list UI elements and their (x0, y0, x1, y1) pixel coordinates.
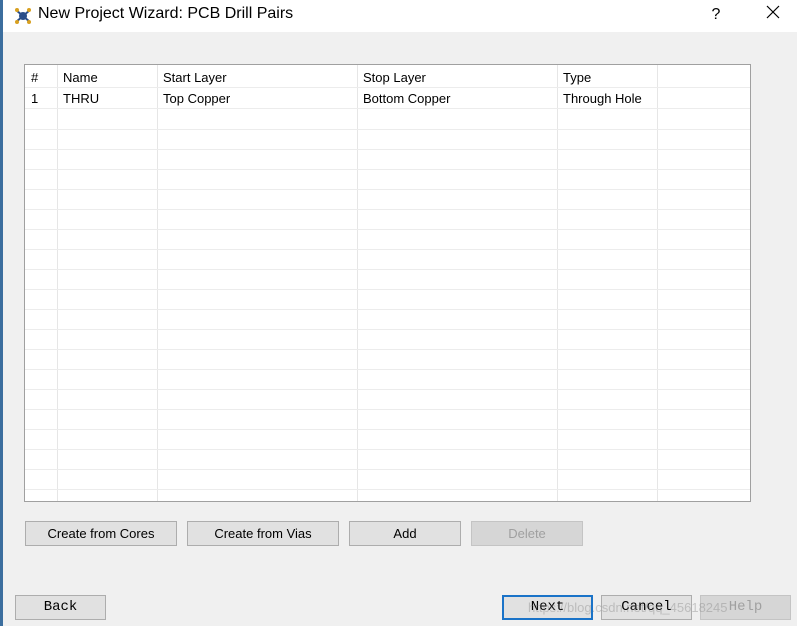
create-from-vias-button[interactable]: Create from Vias (187, 521, 339, 546)
empty-row (25, 310, 750, 330)
empty-row (25, 130, 750, 150)
window-title: New Project Wizard: PCB Drill Pairs (38, 5, 294, 22)
stop-layer-cell[interactable]: Bottom Copper (357, 89, 557, 109)
empty-row (25, 110, 750, 130)
column-header-start-layer[interactable]: Start Layer (157, 68, 357, 88)
delete-button[interactable]: Delete (471, 521, 583, 546)
column-header-name[interactable]: Name (57, 68, 157, 88)
back-button[interactable]: Back (15, 595, 106, 620)
empty-row (25, 270, 750, 290)
empty-row (25, 290, 750, 310)
empty-row (25, 450, 750, 470)
column-header-number[interactable]: # (25, 68, 57, 88)
watermark: https://blog.csdn.net/qq_45618245 (528, 600, 728, 615)
title-bar: New Project Wizard: PCB Drill Pairs ? (3, 0, 797, 32)
empty-row (25, 350, 750, 370)
table-header-row: # Name Start Layer Stop Layer Type (25, 68, 750, 88)
create-from-cores-button[interactable]: Create from Cores (25, 521, 177, 546)
row-number: 1 (31, 91, 39, 106)
close-icon[interactable] (760, 3, 786, 27)
empty-row (25, 190, 750, 210)
help-icon[interactable]: ? (703, 3, 729, 27)
empty-row (25, 230, 750, 250)
empty-row (25, 390, 750, 410)
empty-row (25, 210, 750, 230)
empty-row (25, 370, 750, 390)
empty-row (25, 170, 750, 190)
empty-row (25, 330, 750, 350)
table-row[interactable]: 1 THRU Top Copper Bottom Copper Through … (25, 89, 750, 109)
drill-pairs-table[interactable]: # Name Start Layer Stop Layer Type 1 THR… (24, 64, 751, 502)
add-button[interactable]: Add (349, 521, 461, 546)
background-window-edge (0, 0, 3, 626)
empty-row (25, 470, 750, 490)
empty-row (25, 410, 750, 430)
drill-pair-name[interactable]: THRU (57, 89, 157, 109)
column-header-type[interactable]: Type (557, 68, 657, 88)
empty-row (25, 430, 750, 450)
start-layer-cell[interactable]: Top Copper (157, 89, 357, 109)
type-cell[interactable]: Through Hole (557, 89, 657, 109)
empty-row (25, 250, 750, 270)
empty-row (25, 150, 750, 170)
app-logo-icon (13, 6, 33, 26)
column-header-stop-layer[interactable]: Stop Layer (357, 68, 557, 88)
